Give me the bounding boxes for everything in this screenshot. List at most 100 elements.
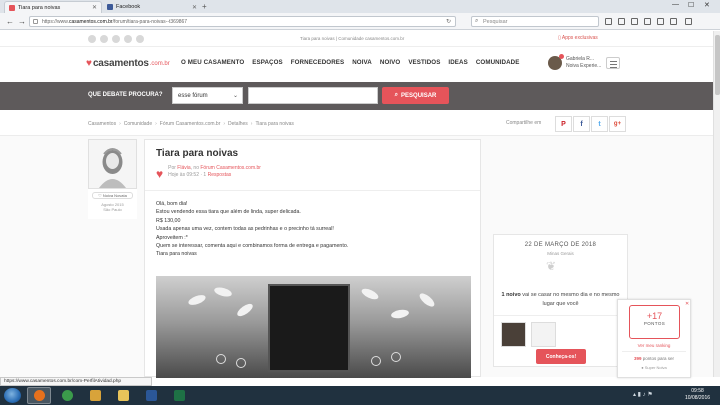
system-tray-icons[interactable]: ▴ ▮ ♪ ⚑ bbox=[633, 391, 653, 398]
user-profile[interactable]: Gabriela R... Noiva Experie... bbox=[548, 54, 602, 70]
pinterest-share-button[interactable]: P bbox=[555, 116, 572, 132]
taskbar-explorer[interactable] bbox=[111, 387, 135, 404]
menu-item-comunidade[interactable]: COMUNIDADE bbox=[476, 59, 520, 66]
close-tab-icon[interactable]: ✕ bbox=[192, 4, 197, 11]
taskbar-excel[interactable] bbox=[167, 387, 191, 404]
menu-icon[interactable] bbox=[685, 18, 692, 25]
tab-facebook[interactable]: Facebook ✕ bbox=[103, 1, 201, 13]
reload-icon[interactable]: ↻ bbox=[446, 18, 451, 25]
maximize-icon[interactable]: ☐ bbox=[688, 1, 694, 9]
notification-badge bbox=[559, 54, 564, 59]
menu-item-espacos[interactable]: ESPAÇOS bbox=[252, 59, 283, 66]
taskbar-firefox[interactable] bbox=[27, 387, 51, 404]
facebook-icon[interactable] bbox=[88, 35, 96, 43]
post-author-link[interactable]: Flávia bbox=[177, 165, 190, 171]
petal-shape bbox=[390, 308, 410, 320]
logo-tld: .com.br bbox=[149, 60, 170, 67]
site-logo[interactable]: ♥ casamentos .com.br bbox=[86, 58, 170, 69]
author-avatar[interactable] bbox=[88, 139, 137, 189]
jewelry-box bbox=[268, 284, 350, 372]
menu-item-o-meu-casamento[interactable]: O MEU CASAMENTO bbox=[181, 59, 244, 66]
new-tab-button[interactable]: + bbox=[202, 2, 207, 11]
top-strip-links[interactable]: Tiara para noivas | Comunidade casamento… bbox=[300, 36, 404, 41]
bride-avatar-thumb[interactable] bbox=[531, 322, 556, 347]
firefox-icon bbox=[33, 390, 45, 401]
replies-link[interactable]: Respostas bbox=[208, 172, 232, 178]
close-icon[interactable]: ✕ bbox=[685, 301, 689, 307]
pinterest-icon[interactable] bbox=[112, 35, 120, 43]
taskbar-outlook[interactable] bbox=[83, 387, 107, 404]
tiara-photo[interactable] bbox=[156, 276, 471, 378]
menu-item-noiva[interactable]: NOIVA bbox=[352, 59, 372, 66]
content-area: ♡ Noiva Novata Agosto 2015 São Paulo Tia… bbox=[0, 136, 713, 378]
forum-post: Tiara para noivas ♥ Por Flávia, no Fórum… bbox=[144, 139, 481, 378]
points-remaining-text: pontos para ser bbox=[641, 356, 675, 361]
points-popup: ✕ +17 PONTOS Ver meu ranking 399 pontos … bbox=[617, 299, 691, 378]
tab-tiara-para-noivas[interactable]: Tiara para noivas ✕ bbox=[4, 1, 102, 13]
divider bbox=[145, 190, 480, 191]
twitter-share-button[interactable]: t bbox=[591, 116, 608, 132]
meet-them-button[interactable]: Conheça-os! bbox=[536, 349, 586, 364]
close-tab-icon[interactable]: ✕ bbox=[92, 4, 97, 11]
page-scrollbar[interactable] bbox=[713, 31, 720, 377]
ranking-link[interactable]: Ver meu ranking bbox=[618, 343, 690, 348]
instagram-icon[interactable] bbox=[124, 35, 132, 43]
breadcrumb: Casamentos › Comunidade › Fórum Casamentos… bbox=[88, 121, 294, 127]
post-body: Olá, bom dia! Estou vendendo essa tiara … bbox=[156, 200, 471, 259]
divider bbox=[494, 315, 627, 316]
addon-icon[interactable] bbox=[670, 18, 677, 25]
breadcrumb-item[interactable]: Casamentos bbox=[88, 121, 116, 127]
url-bar[interactable]: https://www.casamentos.com.br/forum/tiar… bbox=[29, 16, 456, 27]
wedding-date-card: 22 DE MARÇO DE 2018 Minas Gerais ❦ 1 noi… bbox=[493, 234, 628, 367]
search-button[interactable]: ⌕ PESQUISAR bbox=[382, 87, 449, 104]
facebook-share-button[interactable]: f bbox=[573, 116, 590, 132]
reader-icon[interactable] bbox=[618, 18, 625, 25]
search-input[interactable]: ⌕ Pesquisar bbox=[471, 16, 599, 27]
menu-item-noivo[interactable]: NOIVO bbox=[380, 59, 400, 66]
menu-item-vestidos[interactable]: VESTIDOS bbox=[408, 59, 440, 66]
post-line: Usada apenas uma vez, contem todas as pe… bbox=[156, 226, 334, 233]
forum-scope-select[interactable]: esse fórum ⌄ bbox=[172, 87, 243, 104]
excel-icon bbox=[173, 390, 185, 401]
googleplus-share-button[interactable]: g+ bbox=[609, 116, 626, 132]
menu-item-fornecedores[interactable]: FORNECEDORES bbox=[291, 59, 344, 66]
search-placeholder: Pesquisar bbox=[483, 19, 508, 25]
back-arrow-icon[interactable]: ← bbox=[6, 17, 14, 26]
post-meta: ♥ Por Flávia, no Fórum Casamentos.com.br… bbox=[156, 165, 261, 181]
debate-search-input[interactable] bbox=[248, 87, 378, 104]
twitter-icon[interactable] bbox=[100, 35, 108, 43]
start-button[interactable] bbox=[4, 388, 21, 403]
clock[interactable]: 09:58 10/08/2016 bbox=[685, 388, 710, 402]
forward-arrow-icon[interactable]: → bbox=[18, 17, 26, 26]
main-menu: O MEU CASAMENTO ESPAÇOS FORNECEDORES NOI… bbox=[181, 59, 527, 66]
heart-logo-icon: ♥ bbox=[86, 58, 92, 69]
hamburger-menu-icon[interactable] bbox=[606, 57, 620, 69]
points-badge: +17 PONTOS bbox=[629, 305, 680, 339]
minimize-icon[interactable]: — bbox=[672, 1, 679, 8]
taskbar-word[interactable] bbox=[139, 387, 163, 404]
home-icon[interactable] bbox=[644, 18, 651, 25]
star-icon[interactable] bbox=[605, 18, 612, 25]
taskbar-chrome[interactable] bbox=[55, 387, 79, 404]
points-label: PONTOS bbox=[643, 321, 666, 326]
download-icon[interactable] bbox=[631, 18, 638, 25]
user-subtitle: Noiva Experie... bbox=[566, 63, 602, 69]
googleplus-icon[interactable] bbox=[136, 35, 144, 43]
browser-tab-bar: Tiara para noivas ✕ Facebook ✕ + — ☐ ✕ bbox=[0, 0, 720, 13]
folder-icon bbox=[117, 390, 129, 401]
divider bbox=[622, 351, 686, 352]
points-remaining: 399 pontos para ser bbox=[618, 356, 690, 361]
breadcrumb-item[interactable]: Fórum Casamentos.com.br bbox=[160, 121, 221, 127]
pocket-icon[interactable] bbox=[657, 18, 664, 25]
breadcrumb-item[interactable]: Detalhes bbox=[228, 121, 248, 127]
scrollbar-thumb[interactable] bbox=[715, 35, 720, 95]
petal-shape bbox=[417, 291, 437, 309]
couple-photo-thumb[interactable] bbox=[501, 322, 526, 347]
clock-time: 09:58 bbox=[691, 388, 704, 394]
apps-link[interactable]: ▯ Apps exclusivas bbox=[558, 35, 598, 41]
search-icon: ⌕ bbox=[475, 18, 479, 24]
breadcrumb-item[interactable]: Comunidade bbox=[124, 121, 152, 127]
forum-link[interactable]: Fórum Casamentos.com.br bbox=[200, 165, 261, 171]
menu-item-ideas[interactable]: IDEAS bbox=[448, 59, 467, 66]
close-window-icon[interactable]: ✕ bbox=[704, 1, 710, 9]
